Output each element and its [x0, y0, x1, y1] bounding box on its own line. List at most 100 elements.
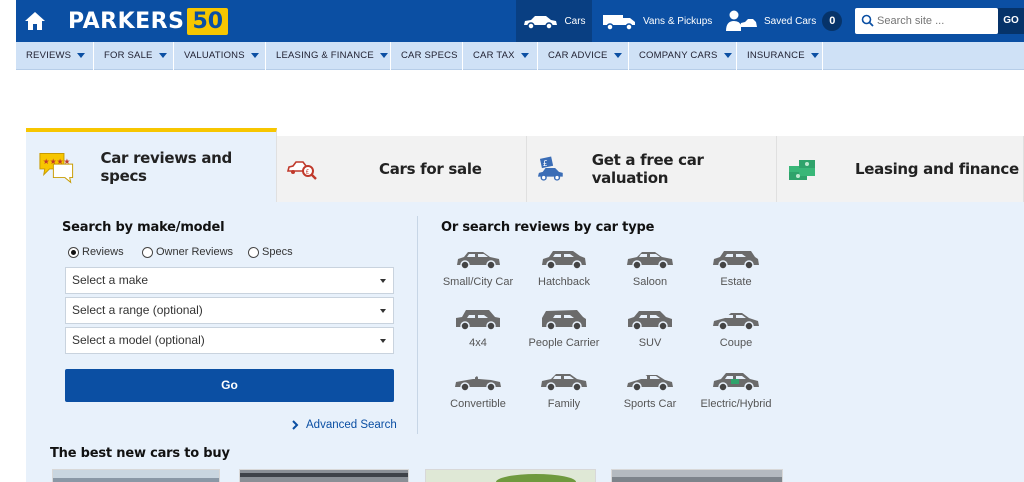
search-input[interactable]: [877, 11, 992, 31]
car-valuation-icon: £: [537, 156, 563, 181]
nav-cars[interactable]: Cars: [516, 0, 592, 42]
article-thumbnail[interactable]: [52, 469, 220, 482]
logo-word: PARKERS: [68, 8, 185, 34]
article-thumbnail[interactable]: [239, 469, 409, 482]
subnav-label: REVIEWS: [26, 50, 72, 61]
radio-specs[interactable]: Specs: [248, 246, 293, 258]
subnav-item-for-sale[interactable]: FOR SALE: [94, 42, 174, 70]
car-type-label: Small/City Car: [442, 276, 514, 288]
svg-text:£: £: [306, 169, 310, 176]
tab-car-valuation[interactable]: £ Get a free car valuation: [527, 136, 777, 202]
car-type-small-city-car[interactable]: Small/City Car: [435, 245, 521, 288]
best-new-heading: The best new cars to buy: [50, 446, 230, 461]
car-type-label: Electric/Hybrid: [700, 398, 772, 410]
estate-icon: [713, 251, 759, 270]
nav-vans-pickups[interactable]: Vans & Pickups: [601, 0, 712, 42]
people-carrier-icon: [542, 310, 586, 331]
car-type-electric-hybrid[interactable]: Electric/Hybrid: [693, 367, 779, 410]
car-type-hatchback[interactable]: Hatchback: [521, 245, 607, 288]
saloon-icon: [627, 252, 673, 270]
car-type-heading: Or search reviews by car type: [441, 220, 655, 235]
car-type-convertible[interactable]: Convertible: [435, 367, 521, 410]
caret-down-icon: [810, 52, 819, 58]
select-model-value: Select a model (optional): [72, 333, 205, 347]
radio-reviews[interactable]: Reviews: [68, 246, 124, 258]
subnav-item-insurance[interactable]: INSURANCE: [737, 42, 823, 70]
secondary-nav: REVIEWS FOR SALE VALUATIONS LEASING & FINAN…: [16, 42, 1024, 70]
car-type-people-carrier[interactable]: People Carrier: [521, 306, 607, 349]
car-type-label: People Carrier: [528, 337, 600, 349]
select-range[interactable]: Select a range (optional): [65, 297, 394, 324]
article-thumbnail[interactable]: [611, 469, 783, 482]
nav-cars-label: Cars: [564, 15, 586, 27]
caret-down-icon: [379, 52, 388, 58]
subnav-item-car-tax[interactable]: CAR TAX: [463, 42, 538, 70]
car-type-label: Sports Car: [623, 398, 677, 410]
site-search[interactable]: [855, 8, 998, 34]
subnav-item-company-cars[interactable]: COMPANY CARS: [629, 42, 737, 70]
tab-label: Leasing and finance: [855, 160, 1019, 178]
article-thumbnail[interactable]: [425, 469, 596, 482]
caret-down-icon: [723, 52, 732, 58]
caret-down-icon: [77, 52, 86, 58]
car-type-suv[interactable]: SUV: [607, 306, 693, 349]
subnav-label: INSURANCE: [747, 50, 805, 61]
subnav-item-car-specs[interactable]: CAR SPECS: [391, 42, 463, 70]
car-icon: [524, 16, 558, 30]
subnav-item-valuations[interactable]: VALUATIONS: [174, 42, 266, 70]
advanced-search-label: Advanced Search: [306, 419, 397, 431]
tab-car-reviews[interactable]: ★★★★ Car reviews and specs: [26, 128, 277, 202]
radio-dot: [142, 246, 153, 258]
home-icon[interactable]: [22, 8, 48, 34]
search-go-button[interactable]: GO: [998, 8, 1024, 34]
advanced-search-link[interactable]: Advanced Search: [290, 419, 397, 431]
4x4-icon: [456, 310, 500, 331]
parkers-logo[interactable]: PARKERS 50: [68, 7, 229, 35]
tab-leasing-finance[interactable]: Leasing and finance: [777, 136, 1024, 202]
subnav-label: CAR ADVICE: [548, 50, 608, 61]
select-model[interactable]: Select a model (optional): [65, 327, 394, 354]
car-type-estate[interactable]: Estate: [693, 245, 779, 288]
tab-cars-for-sale[interactable]: £ Cars for sale: [277, 136, 527, 202]
saved-cars-icon: [726, 10, 757, 31]
chevron-down-icon: [380, 309, 386, 313]
car-type-label: SUV: [638, 337, 662, 349]
car-type-family[interactable]: Family: [521, 367, 607, 410]
car-type-coupe[interactable]: Coupe: [693, 306, 779, 349]
car-type-saloon[interactable]: Saloon: [607, 245, 693, 288]
caret-down-icon: [520, 52, 529, 58]
car-type-label: Estate: [720, 276, 752, 288]
svg-text:★★★★: ★★★★: [43, 157, 71, 166]
van-icon: [603, 15, 635, 31]
coupe-icon: [713, 313, 759, 331]
go-button[interactable]: Go: [65, 369, 394, 402]
subnav-item-car-advice[interactable]: CAR ADVICE: [538, 42, 629, 70]
car-type-4x4[interactable]: 4x4: [435, 306, 521, 349]
radio-owner-reviews[interactable]: Owner Reviews: [142, 246, 233, 258]
subnav-item-reviews[interactable]: REVIEWS: [16, 42, 94, 70]
tab-label: Car reviews and specs: [100, 149, 233, 185]
search-heading: Search by make/model: [62, 220, 225, 235]
search-icon: [861, 14, 874, 27]
electric-car-icon: [713, 373, 759, 392]
car-type-label: Family: [547, 398, 581, 410]
select-range-value: Select a range (optional): [72, 303, 203, 317]
sports-car-icon: [627, 375, 673, 392]
subnav-item-leasing-finance[interactable]: LEASING & FINANCE: [266, 42, 391, 70]
caret-down-icon: [613, 52, 622, 58]
subnav-label: VALUATIONS: [184, 50, 245, 61]
car-type-sports-car[interactable]: Sports Car: [607, 367, 693, 410]
nav-vans-label: Vans & Pickups: [643, 15, 713, 27]
radio-label: Reviews: [82, 246, 124, 258]
subnav-label: CAR SPECS: [401, 50, 458, 61]
small-car-icon: [457, 252, 500, 270]
nav-saved-cars[interactable]: Saved Cars 0: [724, 0, 843, 42]
subnav-label: COMPANY CARS: [639, 50, 718, 61]
logo-50-badge: 50: [187, 7, 229, 35]
car-type-label: Saloon: [632, 276, 668, 288]
chevron-down-icon: [380, 339, 386, 343]
convertible-icon: [455, 376, 501, 392]
nav-saved-label: Saved Cars: [764, 15, 817, 27]
select-make[interactable]: Select a make: [65, 267, 394, 294]
radio-dot: [248, 246, 259, 258]
